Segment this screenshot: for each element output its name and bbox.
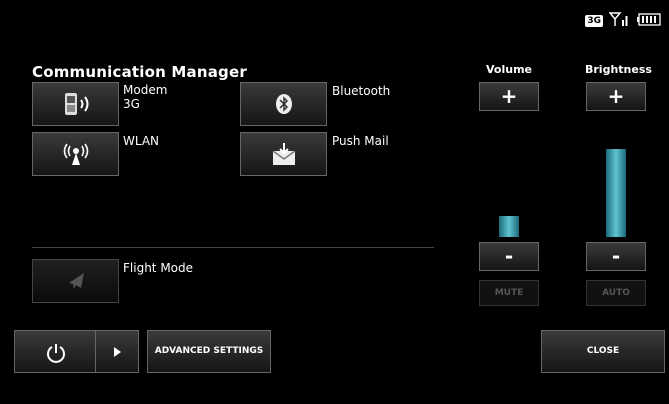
section-divider bbox=[32, 247, 434, 248]
wlan-toggle-button[interactable] bbox=[32, 132, 119, 176]
volume-down-button[interactable]: - bbox=[479, 242, 539, 271]
airplane-icon bbox=[65, 270, 87, 292]
push-mail-icon bbox=[270, 142, 298, 166]
brightness-down-button[interactable]: - bbox=[586, 242, 646, 271]
brightness-up-button[interactable]: + bbox=[586, 82, 646, 111]
volume-up-button[interactable]: + bbox=[479, 82, 539, 111]
play-arrow-icon bbox=[114, 347, 122, 357]
phone-wireless-icon bbox=[59, 91, 93, 117]
flight-mode-toggle-button[interactable] bbox=[32, 259, 119, 303]
network-type-badge: 3G bbox=[585, 14, 603, 27]
advanced-settings-button[interactable]: ADVANCED SETTINGS bbox=[147, 330, 271, 373]
signal-bars-icon bbox=[608, 11, 631, 30]
bluetooth-label: Bluetooth bbox=[332, 84, 391, 98]
page-title: Communication Manager bbox=[32, 63, 247, 81]
push-mail-toggle-button[interactable] bbox=[240, 132, 327, 176]
close-button[interactable]: CLOSE bbox=[541, 330, 665, 373]
push-mail-label: Push Mail bbox=[332, 134, 389, 148]
wlan-label: WLAN bbox=[123, 134, 160, 148]
auto-brightness-button[interactable]: AUTO bbox=[586, 280, 646, 306]
wlan-antenna-icon bbox=[63, 142, 89, 166]
modem-label: Modem bbox=[123, 83, 168, 97]
power-button[interactable] bbox=[14, 330, 96, 373]
volume-level-bar bbox=[499, 216, 519, 237]
flight-mode-label: Flight Mode bbox=[123, 261, 194, 275]
modem-status: 3G bbox=[123, 97, 140, 111]
modem-toggle-button[interactable] bbox=[32, 82, 119, 126]
power-icon bbox=[46, 343, 66, 363]
power-options-arrow-button[interactable] bbox=[95, 330, 139, 373]
brightness-level-bar bbox=[606, 149, 626, 237]
status-bar: 3G bbox=[585, 11, 661, 30]
bluetooth-icon bbox=[275, 93, 293, 115]
bluetooth-toggle-button[interactable] bbox=[240, 82, 327, 126]
mute-button[interactable]: MUTE bbox=[479, 280, 539, 306]
volume-heading: Volume bbox=[486, 63, 532, 76]
brightness-heading: Brightness bbox=[585, 63, 652, 76]
battery-icon bbox=[637, 11, 661, 30]
